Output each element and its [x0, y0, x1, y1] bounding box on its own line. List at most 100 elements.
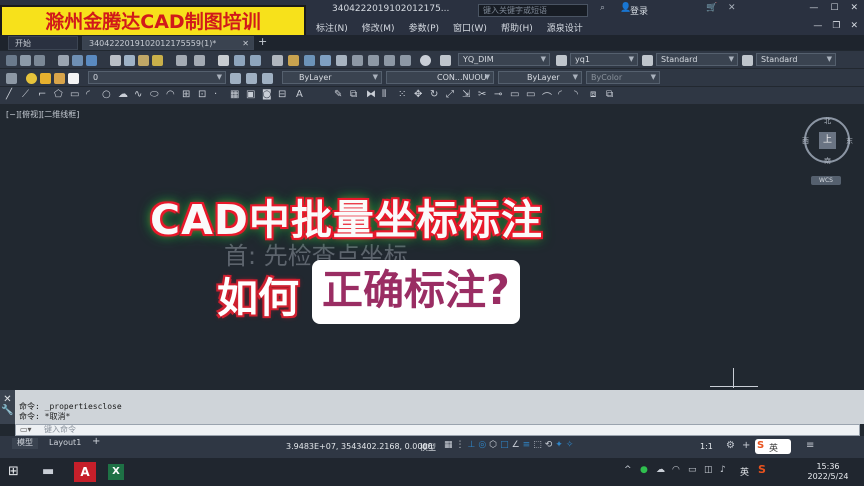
tab-drawing[interactable]: 3404222019102012175559(1)* ✕ — [82, 36, 254, 50]
redo-icon[interactable] — [194, 55, 205, 66]
network-icon[interactable]: ◫ — [704, 465, 713, 475]
binoculars-icon[interactable]: ⌕ — [600, 3, 605, 13]
doc-restore-button[interactable]: ❐ — [832, 21, 840, 31]
volume-icon[interactable]: ♪ — [720, 465, 726, 475]
wifi-icon[interactable]: ◠ — [672, 465, 680, 475]
monitor-icon[interactable]: ▭ — [688, 465, 697, 475]
command-prompt-icon[interactable]: ▭▾ — [20, 425, 32, 434]
rectangle-icon[interactable]: ▭ — [70, 89, 79, 100]
print-icon[interactable] — [58, 55, 69, 66]
block-icon[interactable] — [400, 55, 411, 66]
zoom-previous-icon[interactable] — [250, 55, 261, 66]
viewport-controls[interactable]: [−][俯视][二维线框] — [6, 109, 79, 120]
grid-icon[interactable]: ▦ — [444, 440, 453, 450]
menu-modify[interactable]: 修改(M) — [362, 21, 395, 34]
zoom-icon[interactable] — [234, 55, 245, 66]
publish-icon[interactable] — [86, 55, 97, 66]
lineweight-icon[interactable]: ≡ — [523, 440, 531, 450]
snap-icon[interactable]: ⋮ — [456, 440, 465, 450]
table-draw-icon[interactable]: ⊟ — [278, 89, 286, 100]
cart-icon[interactable]: 🛒 — [706, 3, 717, 13]
plus-icon[interactable]: + — [742, 440, 750, 451]
point-icon[interactable]: · — [214, 89, 217, 100]
region-icon[interactable]: ◙ — [262, 89, 272, 100]
menu-yuanquan[interactable]: 源泉设计 — [547, 21, 583, 34]
preview-icon[interactable] — [72, 55, 83, 66]
model-space-button[interactable]: 模型 — [420, 442, 436, 453]
lock-icon[interactable] — [54, 73, 65, 84]
copy-obj-icon[interactable]: ⧉ — [350, 89, 357, 100]
make-current-icon[interactable] — [230, 73, 241, 84]
selection-cycling-icon[interactable]: ⟲ — [545, 440, 553, 450]
layer-state-icon[interactable] — [262, 73, 273, 84]
scale-icon[interactable]: ⤢ — [446, 89, 454, 100]
polar-icon[interactable]: ◎ — [478, 440, 486, 450]
otrack-icon[interactable]: ∠ — [512, 440, 520, 450]
hatch-icon[interactable]: ▦ — [230, 89, 239, 100]
login-button[interactable]: 登录 — [630, 4, 648, 17]
cut-icon[interactable] — [110, 55, 121, 66]
new-tab-button[interactable]: + — [258, 35, 267, 48]
copy-icon[interactable] — [124, 55, 135, 66]
table-style-icon[interactable] — [642, 55, 653, 66]
textstyle-icon[interactable] — [440, 55, 451, 66]
command-input[interactable]: 键入命令 — [15, 424, 860, 436]
ime-indicator[interactable]: 英 — [740, 465, 749, 478]
stretch-icon[interactable]: ⇲ — [462, 89, 470, 100]
make-block-icon[interactable]: ⊡ — [198, 89, 206, 100]
textstyle-select[interactable]: yq1 ▼ — [570, 53, 638, 66]
spline-icon[interactable]: ∿ — [134, 89, 142, 100]
windows-start-icon[interactable]: ⊞ — [8, 464, 19, 479]
menu-parametric[interactable]: 参数(P) — [409, 21, 439, 34]
mtext-icon[interactable]: A — [296, 89, 303, 100]
xline-icon[interactable]: ⟋ — [22, 89, 29, 100]
trim-icon[interactable]: ✂ — [478, 89, 486, 100]
circle-icon[interactable]: ○ — [102, 89, 111, 100]
layer-color-swatch[interactable] — [68, 73, 79, 84]
gradient-icon[interactable]: ▣ — [246, 89, 255, 100]
file-explorer-icon[interactable]: ▬ — [42, 464, 54, 479]
layout-icon[interactable]: ⧉ — [606, 89, 613, 100]
layer-select[interactable]: 0 ▼ — [88, 71, 226, 84]
open-icon[interactable] — [20, 55, 31, 66]
exchange-icon[interactable]: ✕ — [728, 3, 736, 13]
ime-toolbar[interactable]: S 英 — [755, 439, 791, 454]
isodraft-icon[interactable]: ⬡ — [489, 440, 497, 450]
transparency-icon[interactable]: ⬚ — [533, 440, 542, 450]
dimension-icon[interactable] — [556, 55, 567, 66]
dimstyle-select[interactable]: YQ_DIM ▼ — [458, 53, 550, 66]
wcs-menu[interactable]: WCS — [811, 176, 841, 185]
sun-icon[interactable] — [40, 73, 51, 84]
mleaderstyle-select[interactable]: Standard ▼ — [756, 53, 836, 66]
rotate-icon[interactable]: ↻ — [430, 89, 438, 100]
line-icon[interactable]: ╱ — [6, 89, 12, 100]
lineweight-select[interactable]: ByLayer ▼ — [498, 71, 582, 84]
revcloud-icon[interactable]: ☁ — [118, 89, 128, 100]
ime-mode[interactable]: 英 — [769, 441, 778, 454]
move-icon[interactable]: ✥ — [414, 89, 422, 100]
annotation-visibility-icon[interactable]: ✦ — [555, 440, 563, 450]
extend-icon[interactable]: ⊸ — [494, 89, 502, 100]
explode-icon[interactable]: ⧈ — [590, 89, 596, 100]
paste-icon[interactable] — [138, 55, 149, 66]
autoscale-icon[interactable]: ✧ — [566, 440, 574, 450]
fillet-icon[interactable]: ◜ — [558, 89, 562, 100]
chamfer-icon[interactable]: ⌒ — [542, 89, 552, 104]
close-command-icon[interactable]: ✕ — [0, 394, 15, 405]
tab-model[interactable]: 模型 — [12, 438, 38, 449]
excel-taskbar-icon[interactable]: X — [108, 464, 124, 480]
join-icon[interactable]: ▭ — [526, 89, 535, 100]
insert-block-icon[interactable]: ⊞ — [182, 89, 190, 100]
undo-icon[interactable] — [176, 55, 187, 66]
save-icon[interactable] — [34, 55, 45, 66]
table-icon[interactable] — [368, 55, 379, 66]
multileader-icon[interactable] — [742, 55, 753, 66]
designcenter-icon[interactable] — [288, 55, 299, 66]
blend-icon[interactable]: ◝ — [574, 89, 578, 100]
wechat-icon[interactable]: ● — [640, 465, 648, 475]
tab-layout1[interactable]: Layout1 — [44, 438, 86, 449]
osnap-icon[interactable]: □ — [500, 440, 509, 450]
customize-icon[interactable]: ≡ — [806, 440, 814, 451]
array-icon[interactable]: ⁙ — [398, 89, 406, 100]
sogou-tray-icon[interactable]: S — [758, 463, 766, 476]
